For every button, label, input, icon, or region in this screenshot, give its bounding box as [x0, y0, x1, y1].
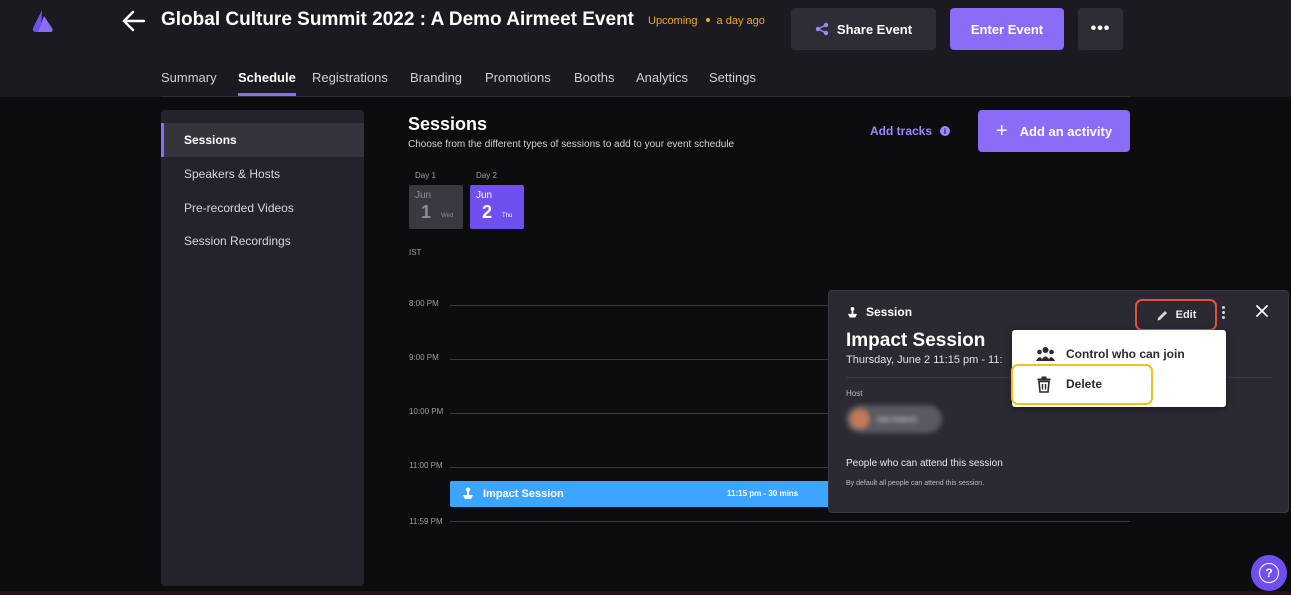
day-number: 1 — [421, 202, 432, 222]
event-title: Global Culture Summit 2022 : A Demo Airm… — [161, 9, 634, 30]
tab-promotions[interactable]: Promotions — [485, 70, 551, 85]
panel-header: Session — [847, 305, 912, 319]
status-dot — [705, 18, 710, 23]
schedule-sidebar: Sessions Speakers & Hosts Pre-recorded V… — [161, 110, 364, 586]
status-label: Upcoming — [648, 15, 698, 27]
tab-booths[interactable]: Booths — [574, 70, 614, 85]
time-label: 11:00 PM — [409, 461, 443, 470]
host-name: Jaki Adams — [876, 415, 917, 424]
airmeet-logo-icon[interactable] — [30, 8, 58, 36]
add-tracks-label: Add tracks — [870, 124, 933, 138]
session-podium-icon — [847, 306, 858, 318]
pencil-icon — [1157, 310, 1167, 320]
tab-summary[interactable]: Summary — [161, 70, 217, 85]
panel-session-title: Impact Session — [846, 330, 986, 351]
time-label: 10:00 PM — [409, 407, 444, 416]
edit-label: Edit — [1175, 309, 1197, 321]
bottom-strip — [0, 591, 1291, 595]
time-label: 11:59 PM — [409, 517, 443, 526]
more-options-button[interactable]: ••• — [1078, 8, 1123, 50]
tab-branding[interactable]: Branding — [410, 70, 462, 85]
session-podium-icon — [463, 487, 473, 499]
add-tracks-link[interactable]: Add tracks i — [870, 124, 951, 138]
day-month: Jun — [476, 190, 493, 201]
share-event-button[interactable]: Share Event — [791, 8, 936, 50]
day-2-label: Day 2 — [476, 171, 497, 180]
page-title: Sessions — [408, 114, 488, 134]
session-options-menu: Control who can join Delete — [1012, 330, 1226, 407]
day-month: Jun — [415, 190, 432, 201]
page-subtitle: Choose from the different types of sessi… — [408, 139, 735, 150]
add-activity-label: Add an activity — [1019, 123, 1113, 139]
back-arrow-icon[interactable] — [120, 8, 148, 34]
edit-session-button[interactable]: Edit — [1135, 299, 1217, 331]
day-2-tile[interactable]: Jun 2 Thu — [470, 185, 524, 229]
day-number: 2 — [482, 202, 493, 222]
menu-item-label: Control who can join — [1066, 347, 1185, 361]
attend-title: People who can attend this session — [846, 458, 1003, 469]
share-icon — [815, 22, 829, 36]
session-name: Impact Session — [483, 488, 564, 500]
info-icon[interactable]: i — [940, 126, 951, 136]
add-activity-button[interactable]: + Add an activity — [978, 110, 1130, 152]
time-label: 9:00 PM — [409, 353, 439, 362]
time-label: 8:00 PM — [409, 299, 439, 308]
timezone-label: IST — [409, 248, 422, 257]
tab-schedule[interactable]: Schedule — [238, 70, 296, 96]
avatar — [850, 409, 870, 429]
attend-subtitle: By default all people can attend this se… — [846, 480, 985, 487]
host-label: Host — [846, 389, 863, 398]
day-1-tile[interactable]: Jun 1 Wed — [409, 185, 463, 229]
plus-icon: + — [995, 119, 1008, 142]
session-event-bar[interactable]: Impact Session 11:15 pm - 30 mins — [450, 481, 830, 507]
menu-item-delete[interactable]: Delete — [1012, 369, 1226, 399]
menu-item-label: Delete — [1066, 377, 1103, 391]
sidebar-item-session-recordings[interactable]: Session Recordings — [161, 224, 364, 258]
tab-registrations[interactable]: Registrations — [312, 70, 388, 85]
people-icon — [1036, 347, 1055, 361]
time-gridline — [450, 521, 1130, 522]
status-time: a day ago — [716, 15, 765, 27]
help-button[interactable]: ? — [1251, 555, 1287, 591]
kebab-menu-icon[interactable] — [1219, 305, 1227, 321]
tab-analytics[interactable]: Analytics — [636, 70, 688, 85]
day-weekday: Thu — [502, 213, 513, 219]
event-status: Upcoming a day ago — [648, 15, 765, 27]
tab-settings[interactable]: Settings — [709, 70, 756, 85]
session-time: 11:15 pm - 30 mins — [727, 489, 799, 498]
close-icon[interactable] — [1254, 303, 1270, 319]
day-1-label: Day 1 — [415, 171, 436, 180]
day-weekday: Wed — [441, 213, 454, 219]
enter-event-button[interactable]: Enter Event — [950, 8, 1064, 50]
panel-type-label: Session — [866, 305, 913, 319]
menu-item-control-who-can-join[interactable]: Control who can join — [1012, 339, 1226, 369]
trash-icon — [1037, 376, 1051, 393]
help-icon: ? — [1259, 563, 1279, 583]
panel-session-date: Thursday, June 2 11:15 pm - 11: — [846, 354, 1003, 366]
sidebar-item-sessions[interactable]: Sessions — [161, 123, 364, 157]
sidebar-item-prerecorded-videos[interactable]: Pre-recorded Videos — [161, 191, 364, 225]
top-bar: Global Culture Summit 2022 : A Demo Airm… — [0, 0, 1291, 97]
share-event-label: Share Event — [836, 21, 913, 37]
sidebar-item-speakers-hosts[interactable]: Speakers & Hosts — [161, 157, 364, 191]
event-tabs: Summary Schedule Registrations Branding … — [161, 70, 1130, 97]
host-chip: Jaki Adams — [846, 405, 942, 433]
